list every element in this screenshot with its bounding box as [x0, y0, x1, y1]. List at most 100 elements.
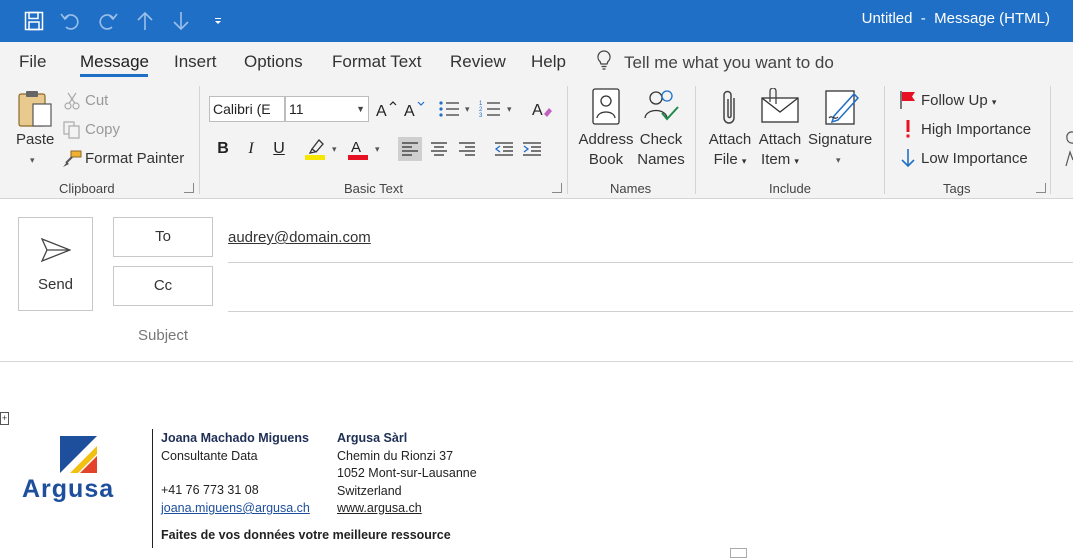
tab-message[interactable]: Message [80, 52, 149, 72]
group-separator [567, 86, 568, 194]
send-label: Send [37, 276, 74, 293]
basic-text-dialog-launcher[interactable] [552, 183, 562, 193]
sig-tagline: Faites de vos données votre meilleure re… [161, 528, 451, 542]
tell-me-text: Tell me what you want to do [624, 52, 834, 72]
tab-help[interactable]: Help [531, 52, 566, 72]
address-book-line2: Book [588, 151, 624, 168]
signature-dropdown[interactable]: ▾ [836, 155, 841, 166]
italic-button[interactable]: I [239, 137, 263, 161]
to-button[interactable]: To [113, 217, 213, 257]
arrow-up-icon[interactable] [132, 8, 158, 34]
high-importance-button[interactable]: High Importance [921, 121, 1031, 138]
attach-item-button[interactable]: Attach Item ▾ [755, 130, 805, 171]
chevron-down-icon: ▾ [991, 97, 997, 107]
undo-icon[interactable] [57, 8, 83, 34]
copy-icon [62, 120, 82, 140]
group-separator [199, 86, 200, 194]
table-resize-handle[interactable] [730, 548, 747, 558]
window-title: Untitled - Message (HTML) [861, 10, 1050, 27]
lightbulb-icon [596, 50, 612, 75]
paste-button[interactable]: Paste [16, 131, 54, 148]
tags-dialog-launcher[interactable] [1036, 183, 1046, 193]
group-separator [695, 86, 696, 194]
to-field-underline [228, 262, 1073, 263]
align-center-icon[interactable] [427, 137, 451, 161]
tab-format-text[interactable]: Format Text [332, 52, 421, 72]
tab-options[interactable]: Options [244, 52, 303, 72]
subject-label: Subject [138, 327, 189, 344]
follow-up-button[interactable]: Follow Up ▾ [921, 92, 996, 109]
attach-item-line1: Attach [758, 131, 802, 148]
bullets-icon[interactable] [437, 97, 461, 121]
numbering-dropdown[interactable]: ▾ [507, 104, 512, 115]
shrink-font-icon[interactable]: A [402, 97, 426, 121]
font-name-combo[interactable]: Calibri (E [209, 96, 285, 122]
low-importance-icon [898, 148, 918, 168]
highlight-dropdown[interactable]: ▾ [332, 144, 337, 155]
svg-text:3: 3 [479, 113, 483, 119]
format-painter-button[interactable]: Format Painter [85, 150, 184, 167]
check-names-button[interactable]: Check Names [636, 130, 686, 170]
sig-company: Argusa Sàrl [337, 431, 408, 445]
table-move-handle-icon[interactable]: + [0, 412, 9, 425]
svg-text:A: A [532, 102, 543, 119]
chevron-down-icon[interactable]: ▼ [356, 97, 365, 121]
tab-file[interactable]: File [19, 52, 46, 72]
next-group-clipped [1064, 128, 1073, 173]
tell-me-search[interactable]: Tell me what you want to do [596, 50, 834, 75]
address-book-icon[interactable] [590, 88, 622, 131]
paperclip-icon[interactable] [718, 88, 742, 133]
clipboard-group-label: Clipboard [59, 181, 115, 196]
signature-icon[interactable] [824, 88, 860, 131]
save-icon[interactable] [21, 8, 47, 34]
font-size-combo[interactable]: 11 ▼ [285, 96, 369, 122]
to-recipient[interactable]: audrey@domain.com [228, 229, 371, 246]
align-right-icon[interactable] [455, 137, 479, 161]
svg-text:A: A [376, 103, 387, 119]
tab-review[interactable]: Review [450, 52, 506, 72]
format-painter-icon [62, 149, 82, 169]
signature-button[interactable]: Signature [808, 130, 872, 150]
attach-item-icon[interactable] [760, 87, 800, 129]
include-group-label: Include [769, 181, 811, 196]
sig-website-link[interactable]: www.argusa.ch [337, 501, 422, 515]
numbering-icon[interactable]: 123 [478, 97, 502, 121]
align-left-icon[interactable] [398, 137, 422, 161]
tab-insert[interactable]: Insert [174, 52, 217, 72]
clear-formatting-icon[interactable]: A [530, 97, 554, 121]
customize-toolbar-icon[interactable] [205, 8, 231, 34]
font-color-icon[interactable]: A [347, 137, 371, 161]
bullets-dropdown[interactable]: ▾ [465, 104, 470, 115]
send-button[interactable]: Send [18, 217, 93, 311]
paste-icon[interactable] [16, 88, 56, 135]
bold-button[interactable]: B [211, 137, 235, 161]
basic-text-group-label: Basic Text [344, 181, 404, 196]
attach-file-line2-text: File [713, 151, 738, 168]
cc-field-underline [228, 311, 1073, 312]
sig-street: Chemin du Rionzi 37 [337, 449, 454, 463]
underline-button[interactable]: U [267, 137, 291, 161]
paste-dropdown[interactable]: ▾ [30, 155, 35, 166]
decrease-indent-icon[interactable] [492, 137, 516, 161]
arrow-down-icon[interactable] [168, 8, 194, 34]
cut-button[interactable]: Cut [85, 92, 108, 109]
copy-button[interactable]: Copy [85, 121, 120, 138]
increase-indent-icon[interactable] [520, 137, 544, 161]
highlight-icon[interactable] [304, 137, 328, 161]
redo-icon[interactable] [95, 8, 121, 34]
attach-file-button[interactable]: Attach File ▾ [705, 130, 755, 171]
check-names-icon[interactable] [642, 88, 680, 131]
low-importance-button[interactable]: Low Importance [921, 150, 1028, 167]
grow-font-icon[interactable]: A [374, 97, 398, 121]
sig-name: Joana Machado Miguens [161, 431, 309, 445]
clipboard-dialog-launcher[interactable] [184, 183, 194, 193]
font-color-dropdown[interactable]: ▾ [375, 144, 380, 155]
address-book-line1: Address [578, 131, 634, 148]
attach-item-line2-text: Item [761, 151, 791, 168]
sig-email-link[interactable]: joana.miguens@argusa.ch [161, 501, 310, 515]
cc-button[interactable]: Cc [113, 266, 213, 306]
address-book-button[interactable]: Address Book [578, 130, 634, 170]
send-icon [40, 237, 72, 267]
font-size-value: 11 [289, 101, 304, 117]
sig-role: Consultante Data [161, 449, 258, 463]
